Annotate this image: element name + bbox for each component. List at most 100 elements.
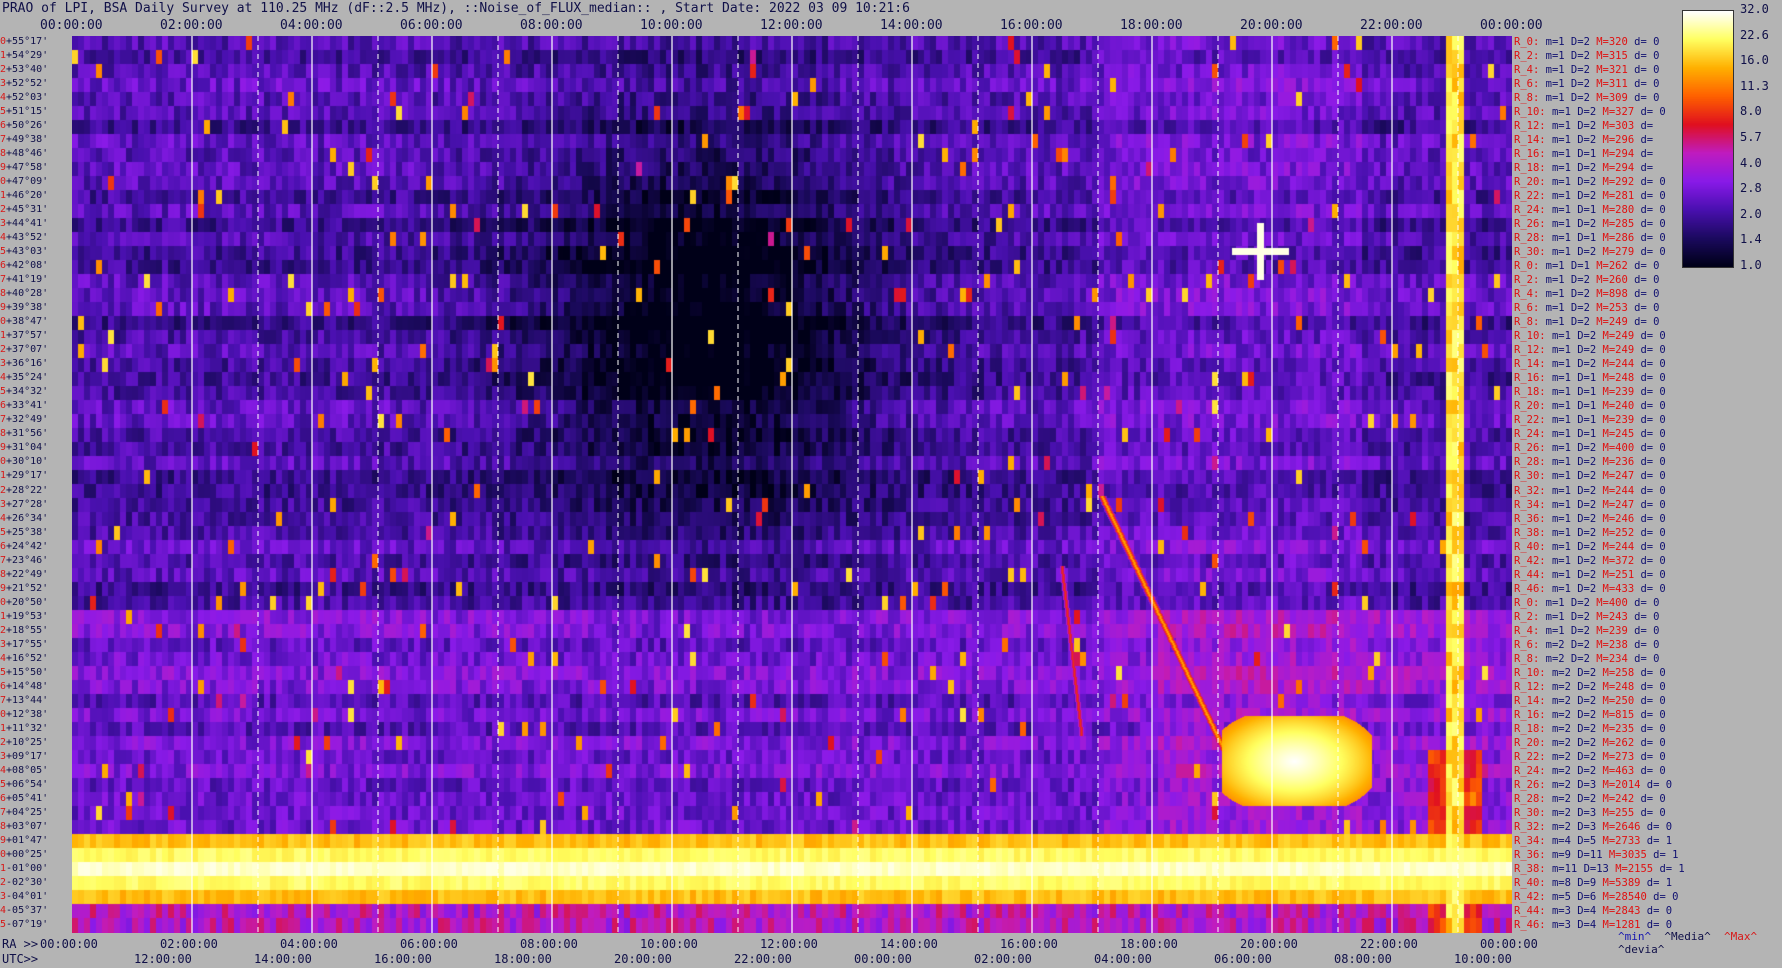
row-stat-field: R_14: bbox=[1514, 358, 1546, 371]
utc-tick-label: 18:00:00 bbox=[494, 952, 552, 966]
row-stat-field: R_44: bbox=[1514, 904, 1546, 917]
row-stat-field: M=281 bbox=[1602, 190, 1635, 203]
row-stat-field: m=2 bbox=[1551, 680, 1571, 693]
declination-label: 7+04°25' bbox=[0, 807, 48, 818]
row-stat-field: m=2 bbox=[1551, 792, 1571, 805]
row-stat-field: R_4: bbox=[1514, 288, 1540, 301]
declination-label: 6+50°26' bbox=[0, 120, 48, 131]
row-stat-field: d= 0 bbox=[1634, 302, 1660, 315]
ra-tick-label: 18:00:00 bbox=[1120, 937, 1178, 951]
row-stat: R_42: m=5 D=6 M=28540 d= 0 bbox=[1514, 891, 1678, 903]
row-stat-field: m=1 bbox=[1551, 232, 1571, 245]
declination-value: +18°55' bbox=[6, 624, 49, 636]
row-stat-field: m=1 bbox=[1545, 36, 1565, 48]
row-stat-field: M=248 bbox=[1602, 680, 1635, 693]
row-stat: R_30: m=1 D=2 M=279 d= 0 bbox=[1514, 246, 1666, 258]
row-stat-field: d= 0 bbox=[1640, 372, 1666, 385]
declination-value: +35°24' bbox=[6, 372, 49, 384]
declination-label: 4+16°52' bbox=[0, 653, 48, 664]
row-stat-field: M=245 bbox=[1602, 428, 1635, 441]
row-stat-field: M=296 bbox=[1602, 134, 1635, 147]
row-stat: R_4: m=1 D=2 M=239 d= 0 bbox=[1514, 625, 1659, 637]
row-stat-field: D=2 bbox=[1577, 764, 1597, 777]
colorbar-tick-label: 5.7 bbox=[1740, 130, 1762, 144]
row-stat-field: M=247 bbox=[1602, 498, 1635, 511]
row-stat-field: R_0: bbox=[1514, 596, 1540, 609]
row-stat-field: d= 0 bbox=[1634, 36, 1660, 48]
row-stat-field: D=2 bbox=[1577, 708, 1597, 721]
row-stat-field: R_10: bbox=[1514, 666, 1546, 679]
chart-title: PRAO of LPI, BSA Daily Survey at 110.25 … bbox=[2, 1, 910, 16]
declination-label: 4+08°05' bbox=[0, 765, 48, 776]
row-stat-field: R_42: bbox=[1514, 554, 1546, 567]
row-stat-field: M=321 bbox=[1596, 64, 1628, 77]
row-stat-field: R_24: bbox=[1514, 204, 1546, 217]
declination-label: 4+52°03' bbox=[0, 92, 48, 103]
row-stat-field: D=2 bbox=[1570, 274, 1590, 287]
row-stat-field: M=327 bbox=[1602, 106, 1635, 119]
utc-tick-label: 04:00:00 bbox=[1094, 952, 1152, 966]
row-stat-field: m=2 bbox=[1551, 778, 1571, 791]
row-stat: R_16: m=2 D=2 M=815 d= 0 bbox=[1514, 709, 1666, 721]
row-stat-field: M=433 bbox=[1602, 582, 1635, 595]
ra-tick-label: 08:00:00 bbox=[520, 937, 578, 951]
row-stat-field: m=3 bbox=[1551, 918, 1571, 931]
row-stat-field: m=1 bbox=[1545, 316, 1565, 329]
row-stat-field: d= 0 bbox=[1640, 232, 1666, 245]
declination-label: 8+22°49' bbox=[0, 569, 48, 580]
declination-label: 1+54°29' bbox=[0, 50, 48, 61]
row-stat: R_12: m=1 D=2 M=249 d= 0 bbox=[1514, 344, 1666, 356]
ra-tick-label: 00:00:00 bbox=[1480, 937, 1538, 951]
declination-label: 4-05°37' bbox=[0, 905, 48, 916]
declination-label: 5+15°50' bbox=[0, 667, 48, 678]
row-stat-field: D=2 bbox=[1577, 526, 1597, 539]
row-stat-field: M=246 bbox=[1602, 512, 1635, 525]
row-stat: R_18: m=2 D=2 M=235 d= 0 bbox=[1514, 723, 1666, 735]
declination-value: +24°42' bbox=[6, 540, 49, 552]
declination-value: +45°31' bbox=[6, 204, 49, 216]
declination-value: +36°16' bbox=[6, 358, 49, 370]
legend-median: ^Media^ bbox=[1664, 930, 1711, 943]
row-stat: R_0: m=1 D=2 M=400 d= 0 bbox=[1514, 597, 1659, 609]
row-stat-field: m=9 bbox=[1551, 848, 1571, 861]
row-stat-field: d= 0 bbox=[1640, 218, 1666, 231]
row-stat-field: M=2014 bbox=[1602, 778, 1641, 791]
row-stat-field: M=315 bbox=[1596, 50, 1628, 63]
row-stat: R_8: m=2 D=2 M=234 d= 0 bbox=[1514, 653, 1659, 665]
declination-label: 7+41°19' bbox=[0, 274, 48, 285]
row-stat-field: M=258 bbox=[1602, 666, 1635, 679]
row-stat-field: D=2 bbox=[1577, 218, 1597, 231]
declination-label: 5+43°03' bbox=[0, 246, 48, 257]
row-stat-field: M=320 bbox=[1596, 36, 1628, 48]
row-stat-field: m=1 bbox=[1551, 106, 1571, 119]
row-stat: R_10: m=1 D=2 M=327 d= 0 bbox=[1514, 106, 1666, 118]
row-stat-field: d= 0 bbox=[1640, 246, 1666, 259]
top-tick-label: 00:00:00 bbox=[1480, 18, 1543, 33]
row-stat-field: D=3 bbox=[1577, 820, 1597, 833]
declination-label: 2+45°31' bbox=[0, 204, 48, 215]
row-stat-field: d= 1 bbox=[1659, 862, 1685, 875]
ra-tick-label: 06:00:00 bbox=[400, 937, 458, 951]
row-stat-field: m=1 bbox=[1551, 246, 1571, 259]
declination-label: 5+06°54' bbox=[0, 779, 48, 790]
row-stat: R_0: m=1 D=1 M=262 d= 0 bbox=[1514, 260, 1659, 272]
row-stat-field: m=1 bbox=[1551, 386, 1571, 399]
row-stat-field: D=1 bbox=[1577, 400, 1597, 413]
declination-value: +22°49' bbox=[6, 568, 49, 580]
declination-value: +26°34' bbox=[6, 512, 49, 524]
row-stat-field: D=2 bbox=[1570, 610, 1590, 623]
declination-value: +40°28' bbox=[6, 288, 49, 300]
row-stat: R_34: m=1 D=2 M=247 d= 0 bbox=[1514, 499, 1666, 511]
colorbar-tick-label: 22.6 bbox=[1740, 27, 1769, 42]
utc-axis-prefix: UTC>> bbox=[2, 952, 39, 966]
row-stat-field: D=2 bbox=[1577, 330, 1597, 343]
row-stat-field: D=2 bbox=[1577, 106, 1597, 119]
row-stat-field: m=2 bbox=[1545, 638, 1565, 651]
row-stat-field: m=1 bbox=[1551, 120, 1571, 133]
row-stat-field: M=243 bbox=[1596, 610, 1628, 623]
row-stat-field: d= 0 bbox=[1634, 596, 1660, 609]
row-stat: R_16: m=1 D=1 M=248 d= 0 bbox=[1514, 372, 1666, 384]
row-stat-field: D=2 bbox=[1577, 722, 1597, 735]
top-tick-label: 10:00:00 bbox=[640, 18, 703, 33]
row-stat-field: D=2 bbox=[1577, 568, 1597, 581]
